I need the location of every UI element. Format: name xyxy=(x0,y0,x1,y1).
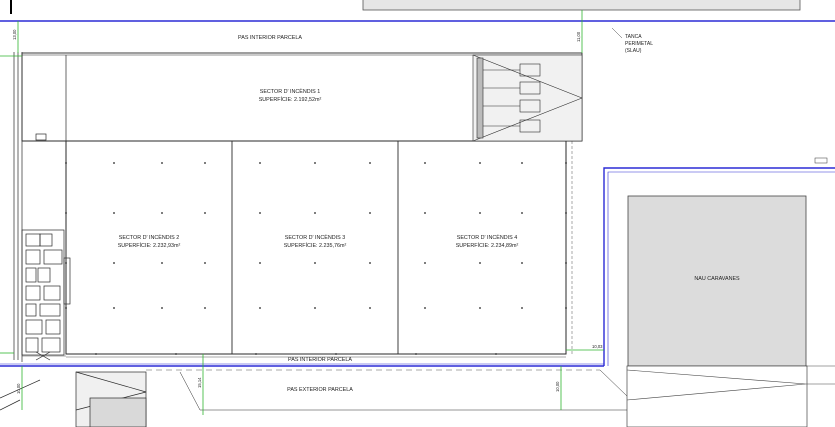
column-dot xyxy=(565,262,567,264)
column-dot xyxy=(255,353,257,355)
column-dot xyxy=(65,162,67,164)
column-dot xyxy=(415,353,417,355)
fence-note-line-1: TANCA xyxy=(625,34,642,40)
pas-interior-bottom-label: PAS INTERIOR PARCELA xyxy=(288,357,352,363)
dim-bottom-left: 10,00 xyxy=(16,383,21,394)
pas-exterior-label: PAS EXTERIOR PARCELA xyxy=(287,387,353,393)
column-dot xyxy=(65,307,67,309)
corner-marker xyxy=(814,157,828,164)
column-dot xyxy=(479,307,481,309)
floor-plan: 13,00 11,00 10,03 10,00 15,14 10,00 PAS … xyxy=(0,0,835,427)
column-dot xyxy=(369,307,371,309)
column-dot xyxy=(204,262,206,264)
column-dot xyxy=(424,212,426,214)
column-dot xyxy=(65,262,67,264)
column-dot xyxy=(424,307,426,309)
fence-note-line-2: PERIMETAL xyxy=(625,41,653,47)
column-dot xyxy=(565,212,567,214)
nau-caravanes-label: NAU CARAVANES xyxy=(694,276,740,282)
bottom-structures xyxy=(0,369,628,427)
sector-2: SECTOR D' INCÈNDIS 2 SUPERFÍCIE: 2.232,9… xyxy=(118,234,181,249)
column-dot xyxy=(521,307,523,309)
dim-top-right: 11,00 xyxy=(576,31,581,42)
column-dot xyxy=(161,262,163,264)
column-dot xyxy=(259,162,261,164)
column-dot xyxy=(113,162,115,164)
column-dot xyxy=(113,212,115,214)
column-dot xyxy=(521,162,523,164)
sector-2-area: SUPERFÍCIE: 2.232,93m² xyxy=(118,242,181,249)
fence-note-line-3: (SLAU) xyxy=(625,48,642,54)
column-dot xyxy=(204,307,206,309)
sector-4-name: SECTOR D' INCÈNDIS 4 xyxy=(457,234,518,241)
sector-4: SECTOR D' INCÈNDIS 4 SUPERFÍCIE: 2.234,8… xyxy=(456,234,519,249)
neighbour-building-top xyxy=(362,0,801,11)
column-dot xyxy=(259,262,261,264)
column-dot xyxy=(424,162,426,164)
column-dot xyxy=(259,212,261,214)
column-dot xyxy=(161,162,163,164)
column-dot xyxy=(521,212,523,214)
dim-top-left: 13,00 xyxy=(12,29,17,40)
column-dot xyxy=(565,307,567,309)
column-dot xyxy=(479,212,481,214)
fence-note: TANCA PERIMETAL (SLAU) xyxy=(611,27,653,54)
neighbour-strip-left xyxy=(10,0,12,14)
column-dot xyxy=(314,162,316,164)
sector-4-area: SUPERFÍCIE: 2.234,89m² xyxy=(456,242,519,249)
sector-1-area: SUPERFÍCIE: 2.192,52m² xyxy=(259,96,322,103)
sector-3-name: SECTOR D' INCÈNDIS 3 xyxy=(285,234,346,241)
column-dot xyxy=(369,162,371,164)
sector-3-area: SUPERFÍCIE: 2.235,76m² xyxy=(284,242,347,249)
sector-3: SECTOR D' INCÈNDIS 3 SUPERFÍCIE: 2.235,7… xyxy=(284,234,347,249)
loading-dock xyxy=(472,54,583,142)
column-dot xyxy=(204,212,206,214)
column-dot xyxy=(161,307,163,309)
column-dot xyxy=(175,353,177,355)
column-dot xyxy=(95,353,97,355)
column-dot xyxy=(65,212,67,214)
dim-bottom-right: 10,03 xyxy=(592,344,603,349)
column-dot xyxy=(259,307,261,309)
column-dot xyxy=(495,353,497,355)
column-dot xyxy=(479,262,481,264)
column-dot xyxy=(565,162,567,164)
sector-1: SECTOR D' INCÈNDIS 1 SUPERFÍCIE: 2.192,5… xyxy=(259,88,322,103)
column-dot xyxy=(314,307,316,309)
column-dot xyxy=(424,262,426,264)
column-dot xyxy=(335,353,337,355)
pas-interior-top-label: PAS INTERIOR PARCELA xyxy=(238,35,302,41)
column-grid xyxy=(65,162,567,355)
column-dot xyxy=(314,262,316,264)
dim-bottom-right-vertical: 10,00 xyxy=(555,381,560,392)
column-dot xyxy=(113,262,115,264)
sector-1-name: SECTOR D' INCÈNDIS 1 xyxy=(260,88,321,95)
column-dot xyxy=(521,262,523,264)
column-dot xyxy=(204,162,206,164)
column-dot xyxy=(369,262,371,264)
column-dot xyxy=(113,307,115,309)
sector-2-name: SECTOR D' INCÈNDIS 2 xyxy=(119,234,180,241)
column-dot xyxy=(161,212,163,214)
column-dot xyxy=(479,162,481,164)
column-dot xyxy=(314,212,316,214)
right-structure xyxy=(626,365,808,427)
dim-bottom-mid: 15,14 xyxy=(197,377,202,388)
column-dot xyxy=(369,212,371,214)
